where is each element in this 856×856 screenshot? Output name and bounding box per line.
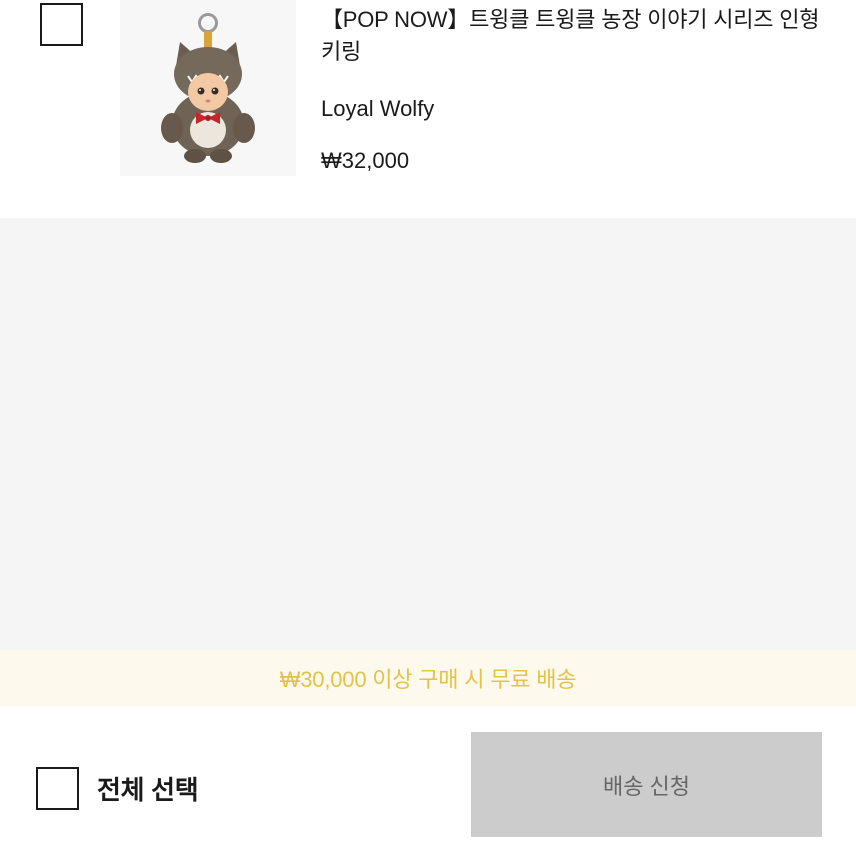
bottom-action-bar: 전체 선택 배송 신청 (0, 706, 856, 856)
item-checkbox[interactable] (40, 3, 83, 46)
product-option: Loyal Wolfy (321, 96, 435, 121)
wolfy-keyring-image (161, 13, 255, 163)
request-shipping-button[interactable]: 배송 신청 (471, 732, 822, 837)
product-thumbnail[interactable] (120, 0, 296, 176)
select-all-label[interactable]: 전체 선택 (97, 770, 199, 807)
free-shipping-notice: ₩30,000 이상 구매 시 무료 배송 (0, 650, 856, 706)
product-title[interactable]: 【POP NOW】트윙클 트윙클 농장 이야기 시리즈 인형 키링 (321, 4, 821, 68)
empty-cart-area (0, 218, 856, 650)
select-all-checkbox[interactable] (36, 767, 79, 810)
product-price: ₩32,000 (321, 148, 410, 173)
select-all-control[interactable]: 전체 선택 (36, 767, 199, 810)
cart-item: 【POP NOW】트윙클 트윙클 농장 이야기 시리즈 인형 키링 Loyal … (0, 0, 856, 218)
